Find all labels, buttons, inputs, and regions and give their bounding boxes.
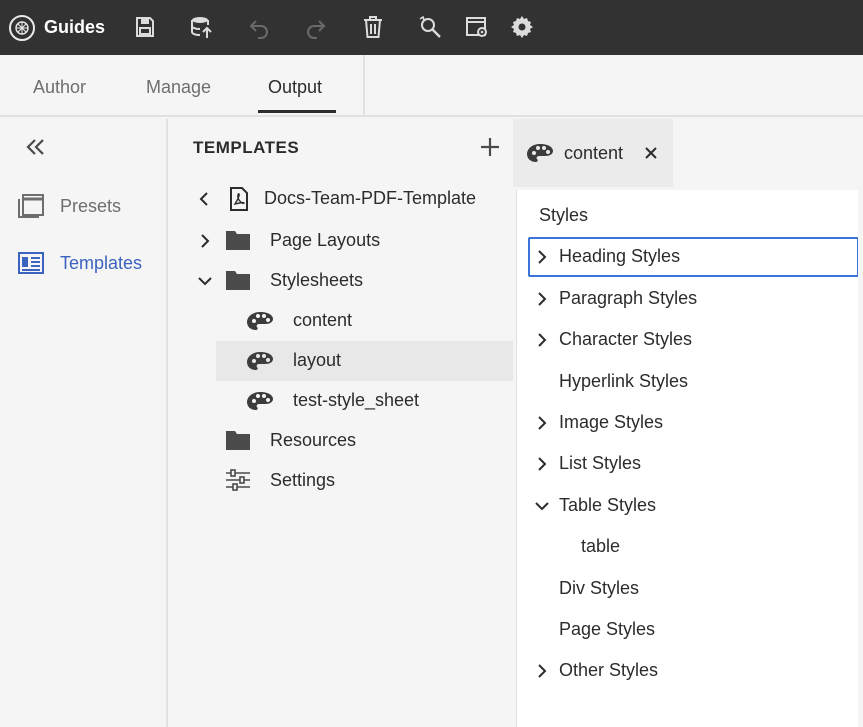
tree-item-label: layout — [293, 350, 342, 370]
styles-heading: Styles — [539, 205, 589, 225]
chevron-right-icon[interactable] — [534, 663, 550, 679]
database-upload-icon[interactable] — [188, 13, 216, 41]
chevron-down-icon[interactable] — [197, 273, 213, 289]
style-item-label: Paragraph Styles — [559, 288, 698, 308]
style-item-label: Heading Styles — [559, 246, 681, 266]
style-item-label: Other Styles — [559, 660, 659, 680]
style-item-label: Page Styles — [559, 619, 656, 639]
chevron-right-icon[interactable] — [534, 415, 550, 431]
main-tab-bar: Author Manage Output — [0, 55, 863, 117]
tab-manage[interactable]: Manage — [146, 77, 211, 98]
tree-item-label: Resources — [270, 430, 357, 450]
style-item-table-styles[interactable]: Table Styles — [528, 486, 859, 526]
tree-item-label: Settings — [270, 470, 336, 490]
pdf-file-icon — [230, 187, 248, 211]
right-edge-gutter — [858, 190, 863, 727]
styles-pane: Styles Heading Styles Paragraph Styles C… — [516, 190, 859, 727]
chevron-right-icon[interactable] — [534, 291, 550, 307]
palette-icon — [247, 352, 273, 370]
template-root-row[interactable]: Docs-Team-PDF-Template — [170, 179, 513, 219]
folder-icon — [226, 231, 250, 250]
editor-tab-content[interactable]: content — [513, 119, 673, 187]
rail-item-label: Templates — [60, 252, 143, 273]
style-item-table[interactable]: table — [528, 527, 859, 567]
chevron-right-icon[interactable] — [534, 456, 550, 472]
palette-icon — [247, 312, 273, 330]
tree-item-stylesheets[interactable]: Stylesheets — [170, 261, 513, 301]
rail-item-label: Presets — [60, 195, 122, 216]
style-item-image-styles[interactable]: Image Styles — [528, 403, 859, 443]
style-item-label: Image Styles — [559, 412, 664, 432]
collapse-rail-icon[interactable] — [22, 134, 48, 160]
tree-item-label: Stylesheets — [270, 270, 364, 290]
chevron-right-icon[interactable] — [534, 249, 550, 265]
save-icon[interactable] — [131, 13, 159, 41]
tree-item-settings[interactable]: Settings — [170, 461, 513, 501]
left-rail: Presets Templates — [0, 119, 168, 727]
chevron-left-icon[interactable] — [197, 191, 213, 207]
top-bar: Guides — [0, 0, 863, 55]
templates-panel-title: TEMPLATES — [193, 138, 300, 157]
style-item-label: Div Styles — [559, 578, 640, 598]
tree-item-label: Page Layouts — [270, 230, 381, 250]
gear-icon[interactable] — [508, 13, 536, 41]
undo-icon[interactable] — [245, 13, 273, 41]
guides-logo-icon — [9, 14, 35, 41]
add-template-button[interactable] — [478, 135, 502, 159]
style-item-list-styles[interactable]: List Styles — [528, 444, 859, 484]
active-tab-indicator — [258, 110, 336, 113]
folder-icon — [226, 271, 250, 290]
tab-divider — [363, 55, 365, 115]
style-item-label: Character Styles — [559, 329, 693, 349]
style-item-paragraph-styles[interactable]: Paragraph Styles — [528, 279, 859, 319]
style-item-page-styles[interactable]: Page Styles — [528, 610, 859, 650]
tree-item-page-layouts[interactable]: Page Layouts — [170, 221, 513, 261]
tree-item-test-style-sheet[interactable]: test-style_sheet — [170, 381, 513, 421]
style-item-character-styles[interactable]: Character Styles — [528, 320, 859, 360]
chevron-right-icon[interactable] — [534, 332, 550, 348]
templates-panel: TEMPLATES Docs-Team-PDF-Template Page La… — [170, 119, 513, 727]
tree-item-resources[interactable]: Resources — [170, 421, 513, 461]
rail-item-presets[interactable]: Presets — [17, 193, 121, 219]
style-item-label: Hyperlink Styles — [559, 371, 689, 391]
editor-tab-strip: content — [513, 119, 863, 189]
find-replace-icon[interactable] — [416, 13, 444, 41]
tree-item-label: content — [293, 310, 353, 330]
app-title: Guides — [44, 17, 106, 37]
sliders-icon — [226, 469, 250, 491]
style-item-label: table — [581, 536, 621, 556]
tab-author[interactable]: Author — [33, 77, 86, 98]
tree-item-content[interactable]: content — [170, 301, 513, 341]
window-settings-icon[interactable] — [463, 13, 491, 41]
style-item-hyperlink-styles[interactable]: Hyperlink Styles — [528, 362, 859, 402]
chevron-down-icon[interactable] — [534, 498, 550, 514]
brand[interactable]: Guides — [9, 14, 106, 41]
trash-icon[interactable] — [359, 13, 387, 41]
style-item-label: List Styles — [559, 453, 642, 473]
style-item-label: Table Styles — [559, 495, 657, 515]
templates-icon — [18, 252, 44, 274]
redo-icon[interactable] — [302, 13, 330, 41]
style-item-div-styles[interactable]: Div Styles — [528, 569, 859, 609]
tab-output[interactable]: Output — [268, 77, 322, 98]
rail-item-templates[interactable]: Templates — [17, 250, 142, 276]
editor-tab-label: content — [564, 143, 624, 163]
close-icon[interactable] — [642, 144, 660, 162]
tree-item-layout[interactable]: layout — [216, 341, 513, 381]
tree-item-label: test-style_sheet — [293, 390, 420, 410]
chevron-right-icon[interactable] — [197, 233, 213, 249]
template-root-label: Docs-Team-PDF-Template — [264, 188, 477, 208]
palette-icon — [527, 144, 553, 162]
palette-icon — [247, 392, 273, 410]
folder-icon — [226, 431, 250, 450]
style-item-heading-styles[interactable]: Heading Styles — [528, 237, 859, 277]
style-item-other-styles[interactable]: Other Styles — [528, 651, 859, 691]
presets-icon — [18, 194, 44, 218]
